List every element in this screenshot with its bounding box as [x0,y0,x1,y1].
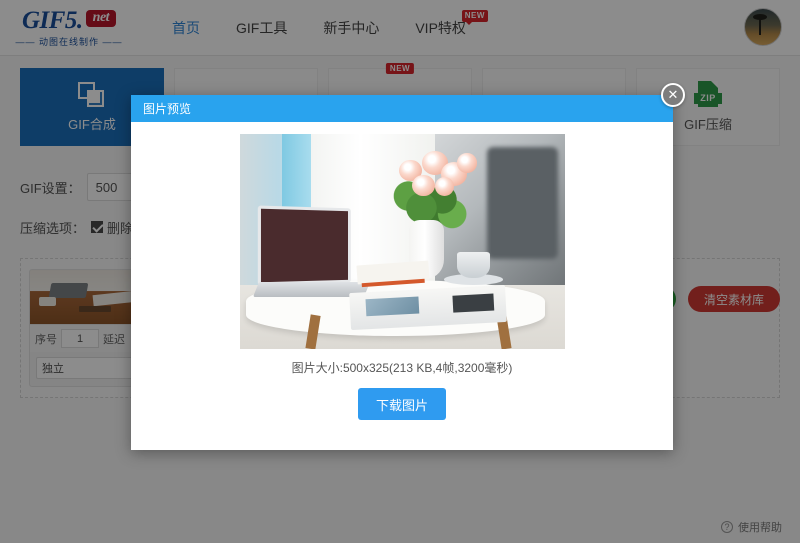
download-image-button[interactable]: 下载图片 [358,388,446,420]
modal-body: 图片大小:500x325(213 KB,4帧,3200毫秒) 下载图片 [131,122,673,420]
preview-image [239,134,565,349]
image-size-text: 图片大小:500x325(213 KB,4帧,3200毫秒) [291,361,513,375]
modal-title-bar: 图片预览 [131,95,673,122]
app-root: GIF5. net —— 动图在线制作 —— 首页 GIF工具 新手中心 VIP… [0,0,800,543]
modal-title: 图片预览 [143,102,192,116]
image-preview-modal: ✕ 图片预览 图片大小:500x325(213 KB,4帧,3200毫秒) 下载… [131,83,685,450]
close-icon[interactable]: ✕ [661,83,685,107]
